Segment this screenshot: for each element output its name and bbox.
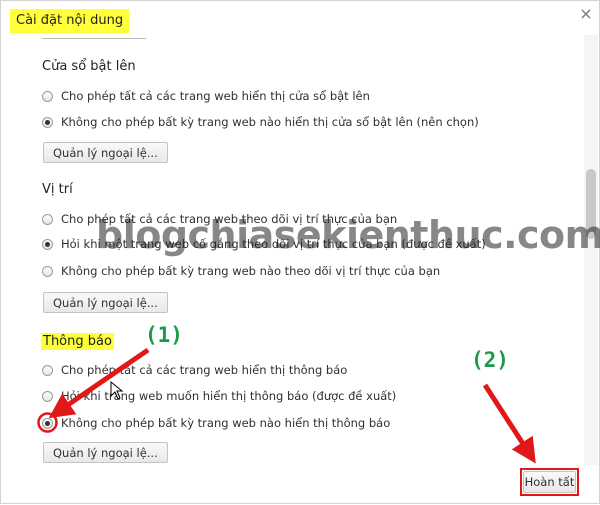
title-divider	[42, 38, 146, 39]
done-button[interactable]: Hoàn tất	[523, 471, 576, 493]
notifications-allow-label: Cho phép tất cả các trang web hiển thị t…	[61, 363, 348, 377]
notifications-heading: Thông báo	[41, 333, 114, 350]
location-allow-label: Cho phép tất cả các trang web theo dõi v…	[61, 212, 398, 226]
dialog-title: Cài đặt nội dung	[10, 9, 130, 33]
scrollbar-track[interactable]	[584, 35, 598, 465]
notifications-allow-radio[interactable]: Cho phép tất cả các trang web hiển thị t…	[42, 361, 347, 379]
notifications-ask-radio[interactable]: Hỏi khi trang web muốn hiển thị thông bá…	[42, 387, 396, 405]
popups-heading: Cửa sổ bật lên	[42, 59, 136, 74]
location-block-label: Không cho phép bất kỳ trang web nào theo…	[61, 264, 441, 278]
location-heading: Vị trí	[42, 182, 73, 197]
popups-allow-radio[interactable]: Cho phép tất cả các trang web hiển thị c…	[42, 87, 370, 105]
radio-checked-icon[interactable]	[42, 238, 53, 250]
notifications-manage-exceptions-button[interactable]: Quản lý ngoại lệ...	[43, 442, 168, 463]
radio-unchecked-icon[interactable]	[42, 90, 53, 102]
popups-block-radio[interactable]: Không cho phép bất kỳ trang web nào hiển…	[42, 113, 479, 131]
notifications-block-label: Không cho phép bất kỳ trang web nào hiển…	[61, 416, 391, 430]
location-allow-radio[interactable]: Cho phép tất cả các trang web theo dõi v…	[42, 210, 397, 228]
popups-manage-exceptions-button[interactable]: Quản lý ngoại lệ...	[43, 142, 168, 163]
radio-unchecked-icon[interactable]	[42, 265, 53, 277]
radio-unchecked-icon[interactable]	[42, 390, 53, 402]
popups-allow-label: Cho phép tất cả các trang web hiển thị c…	[61, 89, 370, 103]
radio-checked-icon[interactable]	[42, 116, 53, 128]
location-ask-label: Hỏi khi một trang web cố gắng theo dõi v…	[61, 237, 486, 251]
arrow-to-done-button	[482, 383, 536, 464]
location-manage-exceptions-button[interactable]: Quản lý ngoại lệ...	[43, 292, 168, 313]
radio-unchecked-icon[interactable]	[42, 364, 53, 376]
annotation-step-2: (2)	[471, 348, 509, 372]
popups-block-label: Không cho phép bất kỳ trang web nào hiển…	[61, 115, 479, 129]
notifications-block-radio[interactable]: Không cho phép bất kỳ trang web nào hiển…	[42, 414, 390, 432]
location-ask-radio[interactable]: Hỏi khi một trang web cố gắng theo dõi v…	[42, 235, 486, 253]
scrollbar-thumb[interactable]	[586, 169, 596, 239]
location-block-radio[interactable]: Không cho phép bất kỳ trang web nào theo…	[42, 262, 440, 280]
mouse-cursor-icon	[110, 381, 124, 400]
content-settings-dialog: Cài đặt nội dung × Cửa sổ bật lên Cho ph…	[0, 0, 600, 504]
annotation-step-1: (1)	[145, 323, 183, 347]
close-icon[interactable]: ×	[578, 6, 594, 22]
radio-checked-icon[interactable]	[42, 417, 53, 429]
radio-unchecked-icon[interactable]	[42, 213, 53, 225]
